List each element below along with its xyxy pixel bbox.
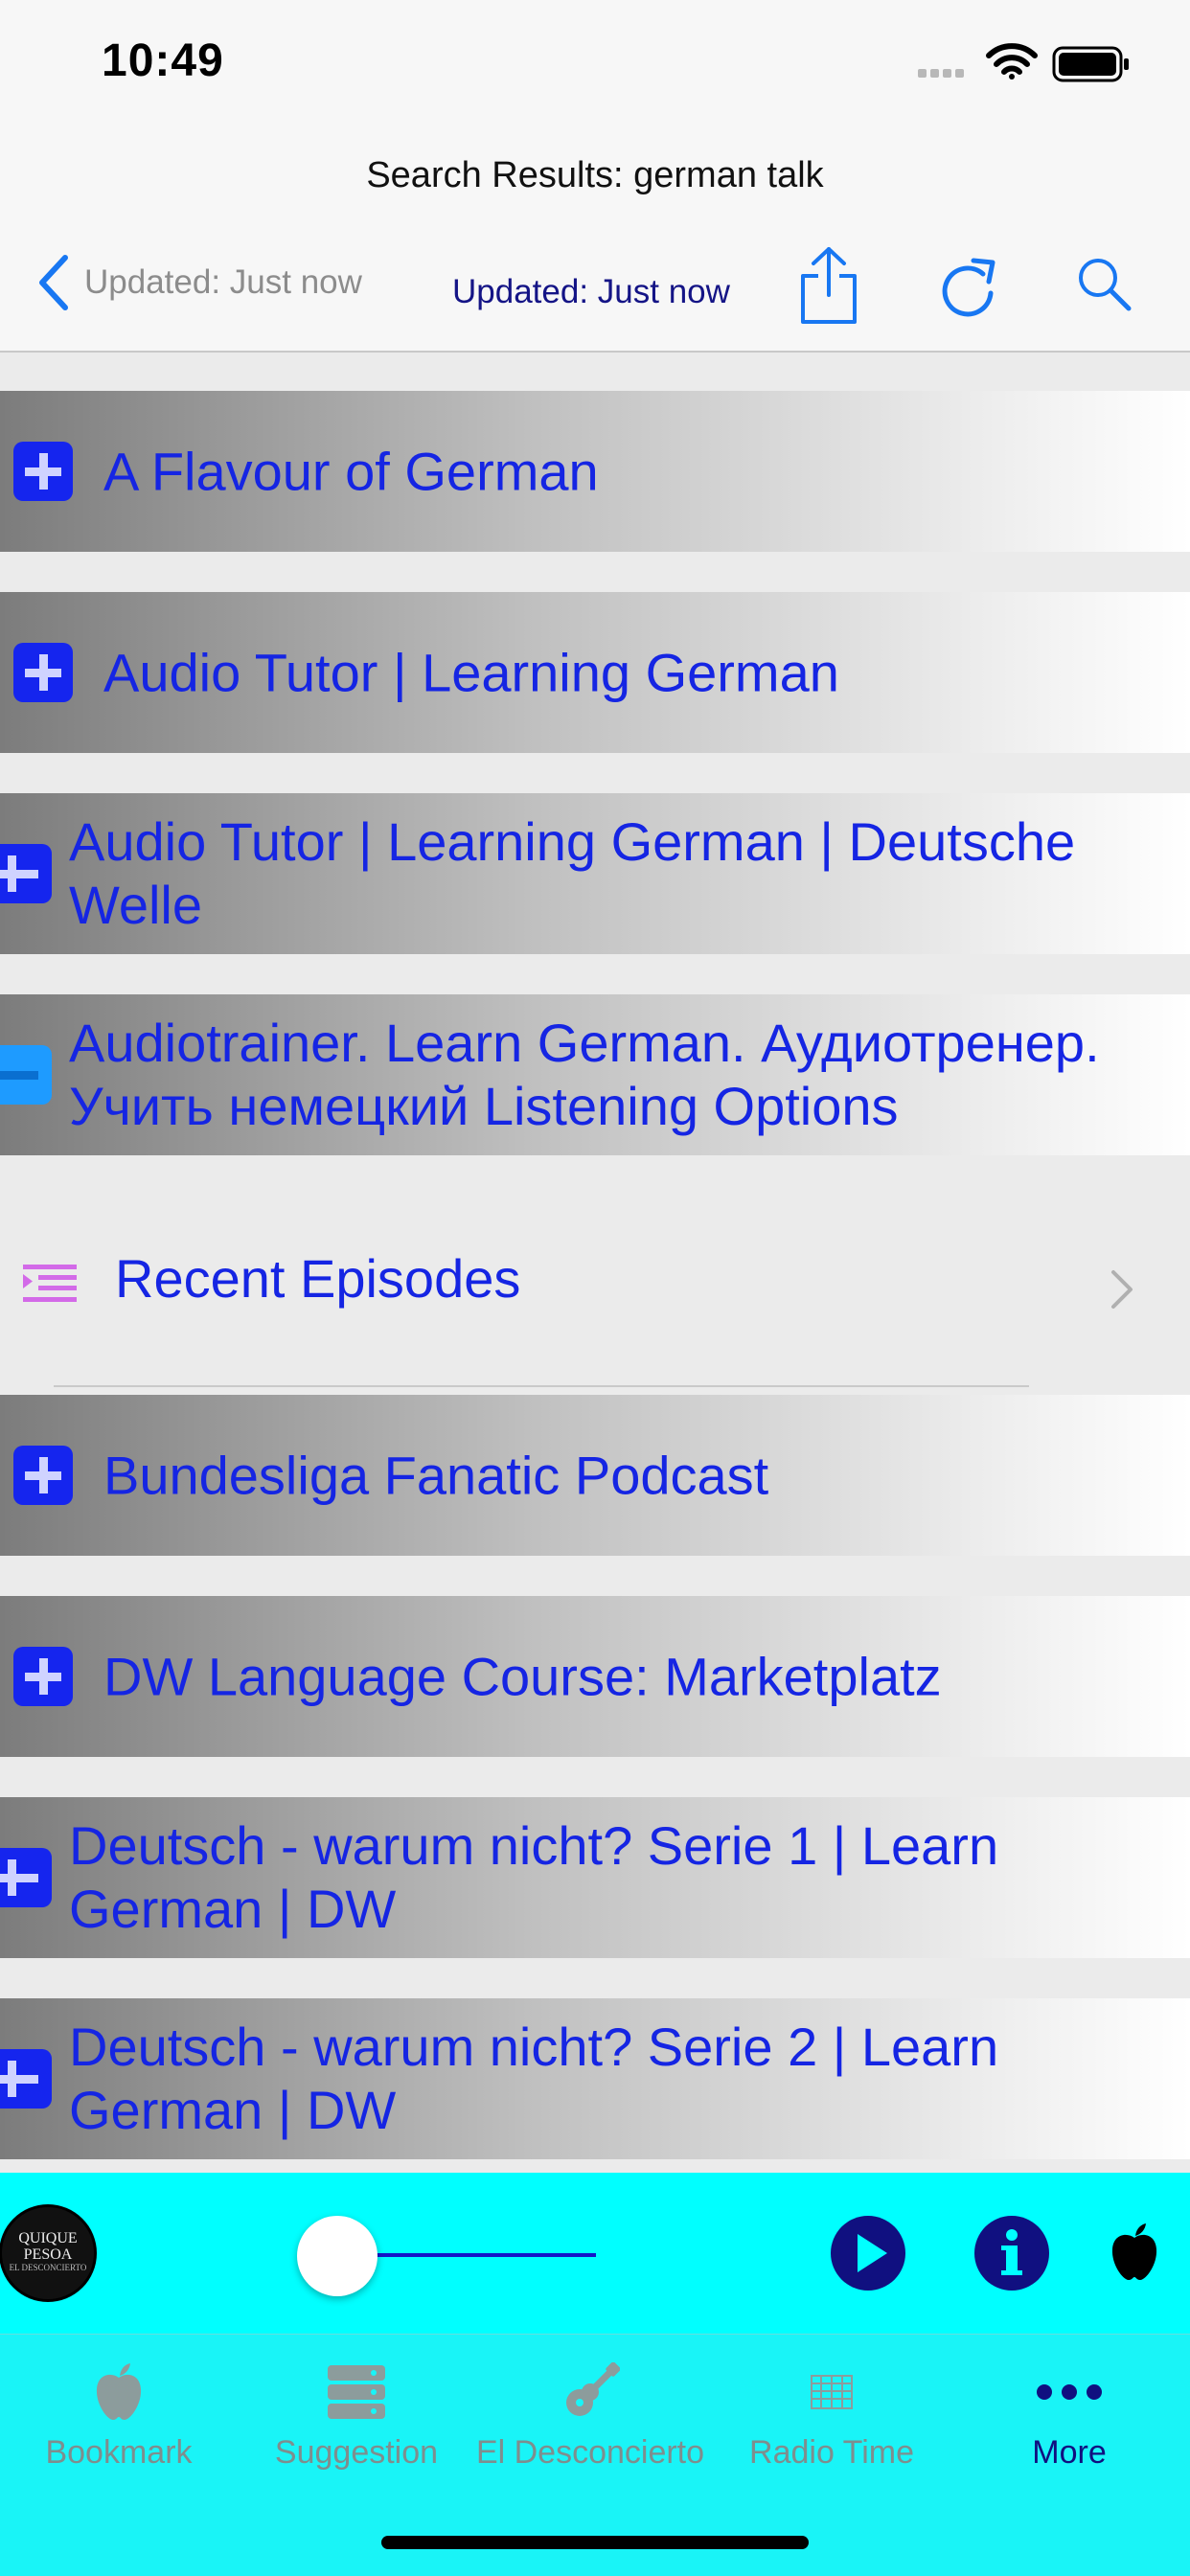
tab-label: Radio Time	[749, 2434, 914, 2471]
tab-radio-time[interactable]: Radio Time	[717, 2354, 947, 2472]
list-icon	[23, 1265, 77, 1302]
home-indicator[interactable]	[381, 2536, 809, 2549]
tab-label: Suggestion	[274, 2434, 439, 2471]
tab-label: El Desconcierto	[475, 2434, 705, 2471]
list-item-title: Bundesliga Fanatic Podcast	[103, 1445, 769, 1506]
back-button[interactable]: Updated: Just now	[34, 253, 362, 312]
list-item[interactable]: Bundesliga Fanatic Podcast	[0, 1395, 1190, 1556]
plus-icon[interactable]	[13, 1446, 73, 1505]
updated-status: Updated: Just now	[452, 273, 730, 310]
list-item-title: A Flavour of German	[103, 441, 599, 502]
tab-bookmark[interactable]: Bookmark	[4, 2354, 234, 2472]
status-time: 10:49	[102, 35, 224, 86]
tab-el-desconcierto[interactable]: El Desconcierto	[475, 2354, 705, 2472]
artwork-logo-subtext: EL DESCONCIERTO	[9, 2263, 87, 2272]
plus-icon[interactable]	[13, 643, 73, 702]
list-item[interactable]: Deutsch - warum nicht? Serie 2 | Learn G…	[0, 1998, 1190, 2159]
list-item[interactable]: Deutsch - warum nicht? Serie 1 | Learn G…	[0, 1797, 1190, 1958]
apple-icon[interactable]	[1108, 2223, 1161, 2282]
tab-label: Bookmark	[45, 2434, 193, 2471]
page-title: Search Results: german talk	[366, 155, 824, 195]
artwork-logo-text: QUIQUE PESOA	[18, 2230, 78, 2263]
minus-icon[interactable]	[0, 1045, 52, 1105]
grid-icon	[811, 2375, 853, 2409]
progress-slider-thumb[interactable]	[297, 2216, 378, 2296]
guitar-icon	[566, 2362, 620, 2416]
list-item[interactable]: Audio Tutor | Learning German	[0, 592, 1190, 753]
wifi-icon	[986, 43, 1038, 80]
divider	[54, 1385, 1029, 1387]
search-icon[interactable]	[1075, 255, 1134, 314]
more-icon	[1037, 2384, 1102, 2400]
chevron-right-icon	[1111, 1270, 1133, 1309]
plus-icon[interactable]	[0, 844, 52, 903]
plus-icon[interactable]	[13, 442, 73, 501]
battery-icon	[1052, 46, 1129, 82]
list-item[interactable]: Audio Tutor | Learning German | Deutsche…	[0, 793, 1190, 954]
server-icon	[328, 2365, 385, 2419]
navigation-bar: Search Results: german talk Updated: Jus…	[0, 134, 1190, 353]
plus-icon[interactable]	[0, 2049, 52, 2109]
list-item-title: Audiotrainer. Learn German. Аудиотренер.…	[69, 1013, 1100, 1136]
status-bar: 10:49	[0, 0, 1190, 134]
tab-suggestion[interactable]: Suggestion	[241, 2354, 471, 2472]
recent-episodes-label: Recent Episodes	[115, 1248, 521, 1309]
info-icon[interactable]	[973, 2215, 1050, 2291]
tab-more[interactable]: More	[954, 2354, 1184, 2472]
list-item-title: DW Language Course: Marketplatz	[103, 1646, 942, 1707]
now-playing-artwork[interactable]: QUIQUE PESOA EL DESCONCIERTO	[2, 2207, 94, 2299]
recent-episodes-item[interactable]: Recent Episodes	[0, 1155, 1190, 1395]
back-button-label: Updated: Just now	[84, 263, 362, 301]
list-item-title: Audio Tutor | Learning German | Deutsche…	[69, 811, 1076, 935]
list-item[interactable]: Audiotrainer. Learn German. Аудиотренер.…	[0, 994, 1190, 1155]
signal-icon	[918, 65, 968, 82]
play-icon[interactable]	[830, 2215, 906, 2291]
chevron-left-icon	[39, 255, 68, 310]
refresh-icon[interactable]	[937, 251, 1000, 320]
list-item-title: Deutsch - warum nicht? Serie 2 | Learn G…	[69, 2017, 999, 2140]
apple-icon	[96, 2363, 142, 2420]
plus-icon[interactable]	[0, 1848, 52, 1907]
plus-icon[interactable]	[13, 1647, 73, 1706]
list-item-title: Audio Tutor | Learning German	[103, 642, 839, 703]
list-item[interactable]: DW Language Course: Marketplatz	[0, 1596, 1190, 1757]
list-item-title: Deutsch - warum nicht? Serie 1 | Learn G…	[69, 1815, 999, 1939]
tab-label: More	[1032, 2434, 1107, 2471]
share-icon[interactable]	[797, 245, 860, 328]
list-item[interactable]: A Flavour of German	[0, 391, 1190, 552]
mini-player: QUIQUE PESOA EL DESCONCIERTO	[0, 2173, 1190, 2334]
